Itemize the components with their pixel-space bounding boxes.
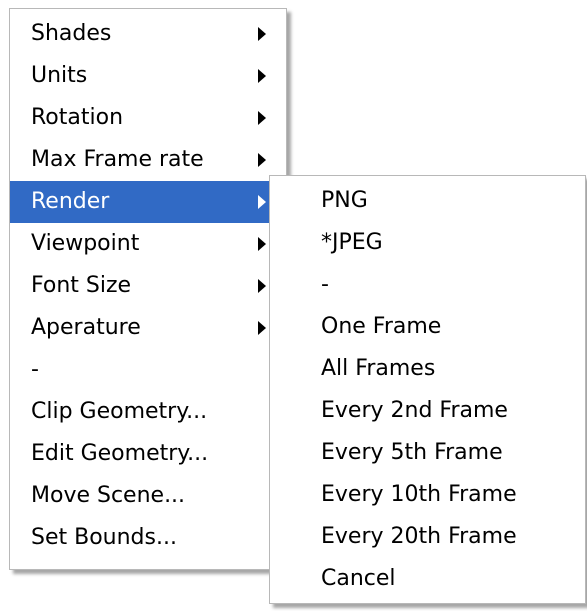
menu-item-label: Clip Geometry... [31,399,208,424]
submenu-arrow-icon [258,69,266,83]
menu-item-label: - [321,272,329,297]
menu-item-viewpoint[interactable]: Viewpoint [10,223,286,265]
menu-item-label: *JPEG [321,230,383,255]
menu-item-label: Viewpoint [31,231,140,256]
menu-item-label: Every 20th Frame [321,524,517,549]
menu-item-label: Cancel [321,566,396,591]
menu-item-separator[interactable]: - [10,349,286,391]
submenu-arrow-icon [258,321,266,335]
submenu-arrow-icon [258,195,266,209]
submenu-arrow-icon [258,279,266,293]
menu-item-label: Aperature [31,315,141,340]
menu-item-label: - [31,357,39,382]
menu-item-label: All Frames [321,356,436,381]
submenu-arrow-icon [258,237,266,251]
menu-item-edit-geometry[interactable]: Edit Geometry... [10,433,286,475]
submenu-item-every-2nd-frame[interactable]: Every 2nd Frame [270,390,585,432]
menu-item-render[interactable]: Render [10,181,286,223]
submenu-item-every-5th-frame[interactable]: Every 5th Frame [270,432,585,474]
menu-item-label: Font Size [31,273,132,298]
submenu-arrow-icon [258,111,266,125]
submenu-item-every-20th-frame[interactable]: Every 20th Frame [270,516,585,558]
submenu-item-jpeg[interactable]: *JPEG [270,222,585,264]
submenu-item-every-10th-frame[interactable]: Every 10th Frame [270,474,585,516]
render-submenu: PNG *JPEG - One Frame All Frames Every 2… [269,175,586,604]
submenu-item-separator[interactable]: - [270,264,585,306]
menu-item-label: Set Bounds... [31,525,177,550]
menu-item-label: Shades [31,21,112,46]
menu-item-font-size[interactable]: Font Size [10,265,286,307]
menu-item-label: Every 10th Frame [321,482,517,507]
submenu-item-one-frame[interactable]: One Frame [270,306,585,348]
menu-item-label: One Frame [321,314,442,339]
menu-item-rotation[interactable]: Rotation [10,97,286,139]
submenu-item-png[interactable]: PNG [270,180,585,222]
menu-item-label: Render [31,189,110,214]
menu-item-aperature[interactable]: Aperature [10,307,286,349]
menu-item-label: PNG [321,188,368,213]
menu-item-shades[interactable]: Shades [10,13,286,55]
submenu-item-all-frames[interactable]: All Frames [270,348,585,390]
context-menu: Shades Units Rotation Max Frame rate Ren… [9,8,287,570]
menu-item-units[interactable]: Units [10,55,286,97]
submenu-item-cancel[interactable]: Cancel [270,558,585,600]
menu-item-move-scene[interactable]: Move Scene... [10,475,286,517]
menu-item-clip-geometry[interactable]: Clip Geometry... [10,391,286,433]
menu-item-label: Every 2nd Frame [321,398,508,423]
menu-item-label: Max Frame rate [31,147,204,172]
menu-item-label: Units [31,63,88,88]
menu-item-label: Every 5th Frame [321,440,503,465]
menu-item-max-frame-rate[interactable]: Max Frame rate [10,139,286,181]
menu-item-label: Rotation [31,105,124,130]
menu-item-label: Move Scene... [31,483,186,508]
submenu-arrow-icon [258,27,266,41]
menu-item-label: Edit Geometry... [31,441,209,466]
submenu-arrow-icon [258,153,266,167]
menu-item-set-bounds[interactable]: Set Bounds... [10,517,286,559]
